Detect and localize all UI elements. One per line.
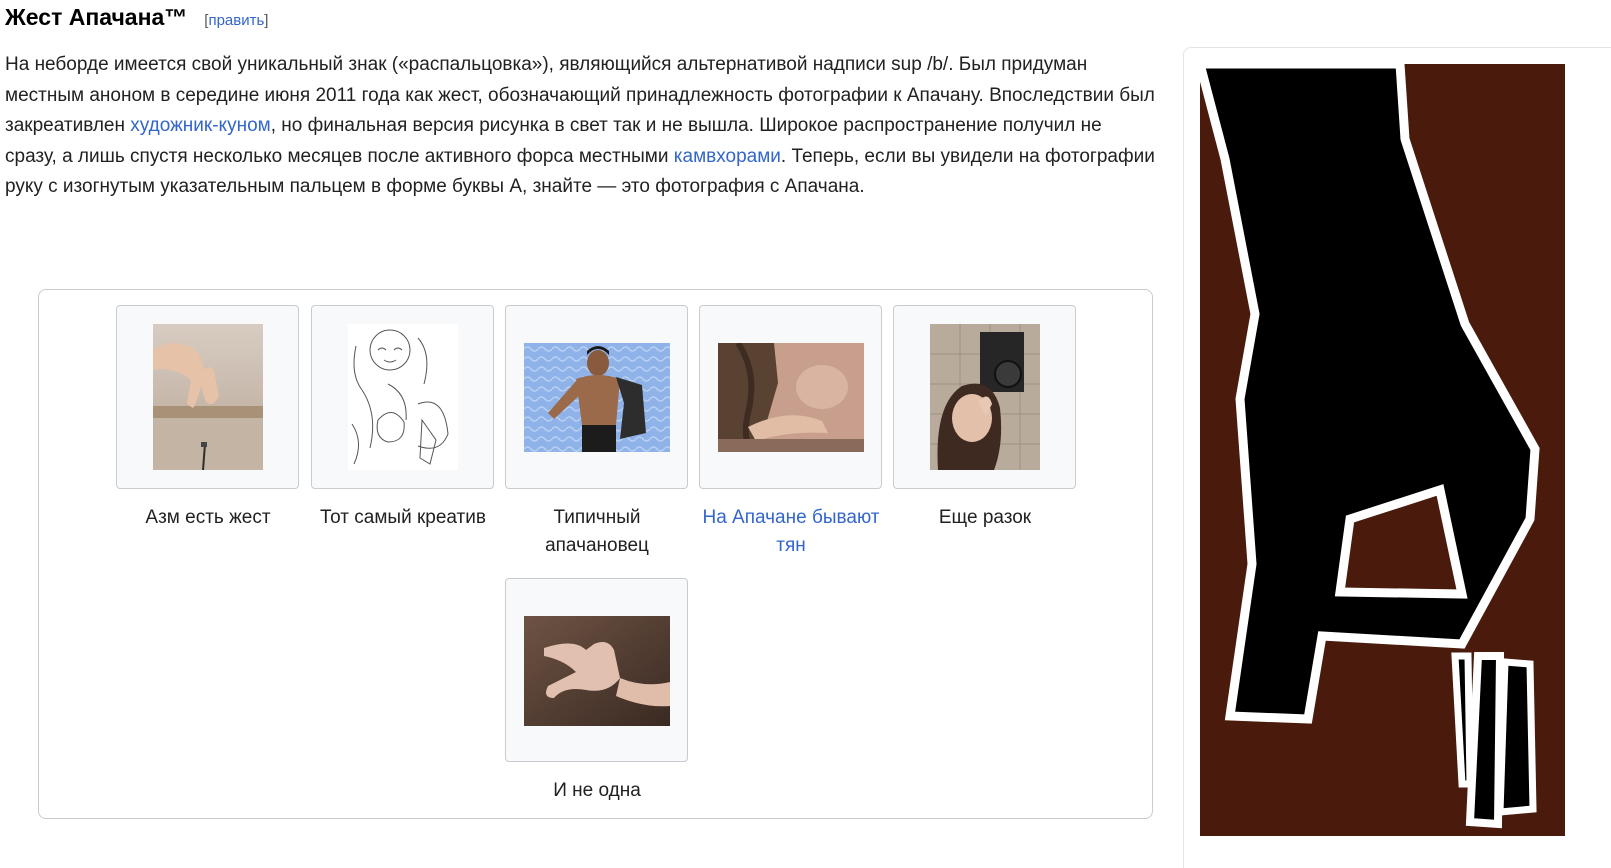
gallery: Азм есть жест Тот самый креатив Типичный… [38, 289, 1153, 819]
gallery-thumb-6[interactable] [505, 578, 688, 762]
section-heading: Жест Апачана™ [править] [5, 4, 268, 38]
sketch-drawing [348, 324, 458, 470]
wiki-page: Жест Апачана™ [править] На неборде имеет… [0, 0, 1611, 868]
gallery-thumb-4[interactable] [699, 305, 882, 489]
gallery-thumb-2[interactable] [311, 305, 494, 489]
gallery-caption-4[interactable]: На Апачане бывают тян [699, 504, 883, 560]
gallery-thumb-5[interactable] [893, 305, 1076, 489]
gallery-thumb-1[interactable] [116, 305, 299, 489]
gallery-thumb-3[interactable] [505, 305, 688, 489]
man-photo [524, 343, 670, 452]
gallery-caption-3: Типичный апачановец [545, 507, 649, 556]
gallery-caption-1: Азм есть жест [145, 507, 271, 528]
edit-link[interactable]: править [208, 12, 264, 29]
intro-paragraph: На неборде имеется свой уникальный знак … [5, 54, 1155, 197]
gesture-illustration[interactable] [1194, 59, 1565, 836]
gallery-caption-6: И не одна [553, 780, 641, 801]
edit-section: [править] [204, 12, 269, 29]
camwhores-link[interactable]: камвхорами [674, 146, 781, 167]
gallery-caption-2: Тот самый креатив [320, 507, 486, 528]
section-title: Жест Апачана™ [5, 4, 188, 30]
girl-photo-2 [930, 324, 1040, 470]
gesture-photo-1 [153, 324, 263, 470]
artist-link[interactable]: художник-куном [130, 115, 270, 136]
girl-photo-1 [718, 343, 864, 452]
gesture-photo-2 [524, 616, 670, 726]
gallery-caption-5: Еще разок [938, 507, 1032, 528]
